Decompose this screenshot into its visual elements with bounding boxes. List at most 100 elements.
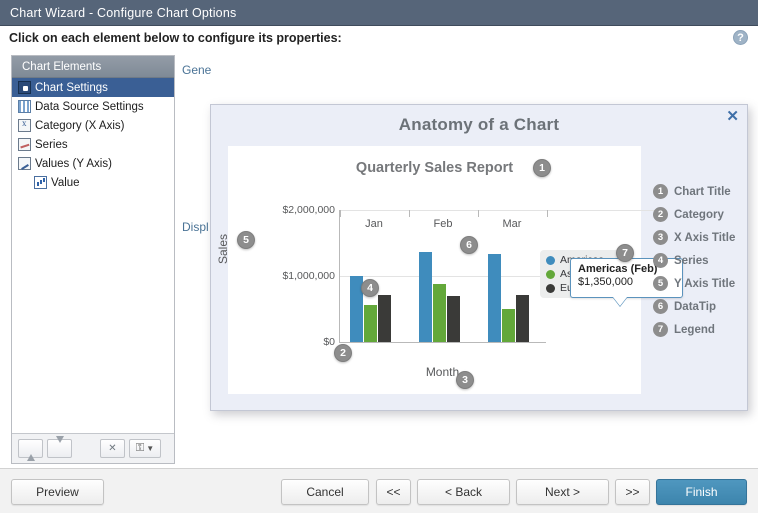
- overlay-legend-item-series[interactable]: 4 Series: [653, 249, 745, 272]
- first-page-button[interactable]: <<: [376, 479, 411, 505]
- overlay-legend-item-legend[interactable]: 7 Legend: [653, 318, 745, 341]
- last-page-button[interactable]: >>: [615, 479, 650, 505]
- callout-1-chart-title[interactable]: 1: [533, 159, 551, 177]
- sidebar-item-values-y-axis[interactable]: Values (Y Axis): [12, 154, 174, 173]
- bar-europe[interactable]: [378, 295, 391, 342]
- series-icon: [18, 138, 31, 151]
- x-axis-title: Month: [425, 365, 460, 379]
- value-bars-icon: [34, 176, 47, 189]
- bar-europe[interactable]: [516, 295, 529, 342]
- sidebar-item-label: Category (X Axis): [35, 119, 125, 132]
- overlay-legend-item-chart-title[interactable]: 1 Chart Title: [653, 180, 745, 203]
- x-tick-label: Feb: [433, 218, 453, 230]
- display-section-label: Displ: [182, 220, 209, 234]
- remove-element-button[interactable]: ✕: [100, 439, 125, 458]
- overlay-legend-label: DataTip: [674, 300, 716, 313]
- x-axis-tick: [478, 210, 479, 217]
- sidebar-toolbar: ✕ ⚿ ▼: [12, 433, 174, 463]
- sidebar-item-label: Values (Y Axis): [35, 157, 112, 170]
- chart-title: Quarterly Sales Report: [355, 160, 514, 176]
- overlay-legend-number: 2: [653, 207, 668, 222]
- help-icon[interactable]: ?: [733, 30, 748, 45]
- overlay-legend-label: Category: [674, 208, 724, 221]
- bar-europe[interactable]: [447, 296, 460, 342]
- y-axis-tick-labels: $2,000,000 $1,000,000 $0: [228, 204, 335, 349]
- anatomy-overlay: ✕ Anatomy of a Chart Quarterly Sales Rep…: [210, 104, 748, 411]
- sidebar-item-series[interactable]: Series: [12, 135, 174, 154]
- overlay-legend-label: Y Axis Title: [674, 277, 736, 290]
- legend-swatch-icon: [546, 269, 555, 279]
- bar-asia-pacific[interactable]: [502, 309, 515, 342]
- cancel-button[interactable]: Cancel: [281, 479, 369, 505]
- sidebar-item-data-source-settings[interactable]: Data Source Settings: [12, 97, 174, 116]
- y-axis-icon: [18, 157, 31, 170]
- chart-elements-tree[interactable]: Chart Settings Data Source Settings Cate…: [12, 78, 174, 433]
- x-axis-tick: [409, 210, 410, 217]
- window-title-bar: Chart Wizard - Configure Chart Options: [0, 0, 758, 26]
- y-tick-label: $2,000,000: [282, 204, 335, 216]
- settings-icon: [18, 81, 31, 94]
- instruction-bar: Click on each element below to configure…: [0, 26, 758, 50]
- y-tick-label: $0: [323, 336, 335, 348]
- preview-button[interactable]: Preview: [11, 479, 104, 505]
- overlay-title: Anatomy of a Chart: [398, 115, 560, 134]
- overlay-legend-item-y-axis-title[interactable]: 5 Y Axis Title: [653, 272, 745, 295]
- legend-swatch-icon: [546, 255, 555, 265]
- callout-6-datatip[interactable]: 6: [460, 236, 478, 254]
- callout-5-y-axis-title[interactable]: 5: [237, 231, 255, 249]
- x-tick-label: Mar: [502, 218, 522, 230]
- sidebar-item-label: Chart Settings: [35, 81, 108, 94]
- overlay-legend-number: 6: [653, 299, 668, 314]
- x-axis-icon: [18, 118, 31, 132]
- overlay-legend-label: Series: [674, 254, 709, 267]
- overlay-legend-item-datatip[interactable]: 6 DataTip: [653, 295, 745, 318]
- datatip-pointer-icon: [613, 297, 627, 306]
- sidebar-item-label: Value: [51, 176, 80, 189]
- chart-elements-panel: Chart Elements Chart Settings Data Sourc…: [11, 55, 175, 464]
- x-tick-label: Jan: [365, 218, 383, 230]
- sidebar-item-chart-settings[interactable]: Chart Settings: [12, 78, 174, 97]
- grid-icon: [18, 100, 31, 113]
- callout-2-category[interactable]: 2: [334, 344, 352, 362]
- bar-asia-pacific[interactable]: [433, 284, 446, 342]
- bar-americas[interactable]: [419, 252, 432, 342]
- move-down-button[interactable]: [47, 439, 72, 458]
- overlay-legend-label: X Axis Title: [674, 231, 736, 244]
- callout-3-x-axis-title[interactable]: 3: [456, 371, 474, 389]
- instruction-text: Click on each element below to configure…: [9, 31, 342, 45]
- overlay-legend-item-x-axis-title[interactable]: 3 X Axis Title: [653, 226, 745, 249]
- bar-asia-pacific[interactable]: [364, 305, 377, 342]
- x-axis-tick: [340, 210, 341, 217]
- sidebar-item-value[interactable]: Value: [12, 173, 174, 192]
- dialog-footer: Preview Cancel << < Back Next > >> Finis…: [0, 468, 758, 513]
- back-button[interactable]: < Back: [417, 479, 510, 505]
- add-icon: ⚿: [135, 442, 145, 454]
- sidebar-item-label: Series: [35, 138, 68, 151]
- window-title: Chart Wizard - Configure Chart Options: [10, 5, 237, 20]
- sidebar-item-label: Data Source Settings: [35, 100, 144, 113]
- overlay-legend-label: Chart Title: [674, 185, 731, 198]
- overlay-legend-label: Legend: [674, 323, 715, 336]
- general-section-label: Gene: [182, 63, 212, 77]
- add-element-dropdown-button[interactable]: ⚿ ▼: [129, 439, 161, 458]
- overlay-legend-item-category[interactable]: 2 Category: [653, 203, 745, 226]
- next-button[interactable]: Next >: [516, 479, 609, 505]
- overlay-legend-list: 1 Chart Title 2 Category 3 X Axis Title …: [653, 180, 745, 341]
- overlay-legend-number: 5: [653, 276, 668, 291]
- y-tick-label: $1,000,000: [282, 270, 335, 282]
- callout-4-series[interactable]: 4: [361, 279, 379, 297]
- y-axis-title: Sales: [216, 233, 230, 264]
- callout-7-legend[interactable]: 7: [616, 244, 634, 262]
- legend-swatch-icon: [546, 283, 555, 293]
- dialog-body: Gene Displ Chart Elements Chart Settings…: [0, 50, 758, 468]
- finish-button[interactable]: Finish: [656, 479, 747, 505]
- bar-americas[interactable]: [488, 254, 501, 342]
- overlay-legend-number: 7: [653, 322, 668, 337]
- sidebar-item-category-x-axis[interactable]: Category (X Axis): [12, 116, 174, 135]
- overlay-legend-number: 4: [653, 253, 668, 268]
- plot-area: Jan Feb Mar: [339, 210, 660, 343]
- chevron-down-icon: ▼: [146, 444, 155, 453]
- move-up-button[interactable]: [18, 439, 43, 458]
- arrow-down-icon: [56, 443, 64, 454]
- x-axis-tick: [547, 210, 548, 217]
